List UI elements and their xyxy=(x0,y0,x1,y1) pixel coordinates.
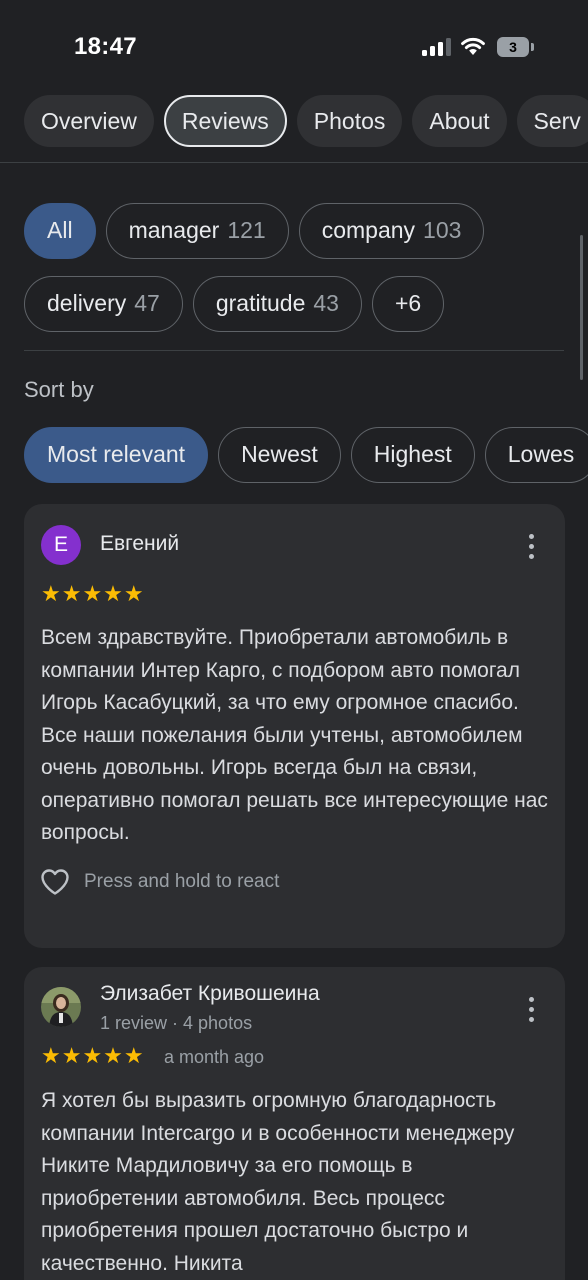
review-card: Е Евгений ★★★★★ Всем здравствуйте. Приоб… xyxy=(24,504,565,948)
status-bar: 18:47 3 xyxy=(0,0,588,90)
review-card: Элизабет Кривошеина 1 review · 4 photos … xyxy=(24,967,565,1280)
topic-chip-label: gratitude xyxy=(215,290,306,316)
topic-chip-label: +6 xyxy=(394,290,422,316)
tab-services[interactable]: Serv xyxy=(516,95,588,147)
sort-label: Sort by xyxy=(24,377,94,402)
topic-chip-count: 103 xyxy=(423,217,462,243)
topic-chip-label: delivery xyxy=(47,290,127,316)
wifi-icon xyxy=(461,37,485,55)
heart-icon xyxy=(41,869,69,895)
tab-about[interactable]: About xyxy=(412,95,507,147)
star-rating: ★★★★★ xyxy=(41,581,145,606)
sort-chip-newest[interactable]: Newest xyxy=(218,427,341,483)
topic-chip-delivery[interactable]: delivery 47 xyxy=(24,276,183,332)
reviewer-name[interactable]: Евгений xyxy=(100,532,179,556)
battery-level: 3 xyxy=(497,37,529,57)
topic-chip-count: 47 xyxy=(134,290,160,316)
sort-chip-lowest[interactable]: Lowes xyxy=(484,427,588,483)
topic-chip-gratitude[interactable]: gratitude 43 xyxy=(192,276,362,332)
status-time: 18:47 xyxy=(74,33,137,60)
topic-chip-count: 43 xyxy=(313,290,339,316)
reviewer-name[interactable]: Элизабет Кривошеина xyxy=(100,982,320,1006)
topic-chips-row: All manager 121 company 103 xyxy=(24,203,485,259)
topic-chip-all[interactable]: All xyxy=(24,203,96,259)
topic-chip-count: 121 xyxy=(227,217,266,243)
star-rating: ★★★★★ xyxy=(41,1043,145,1068)
sort-chips-row: Most relevant Newest Highest Lowes xyxy=(24,427,588,483)
avatar[interactable]: Е xyxy=(41,525,81,565)
topic-chip-more[interactable]: +6 xyxy=(371,276,445,332)
tab-reviews[interactable]: Reviews xyxy=(163,95,287,147)
topics-divider xyxy=(24,350,564,351)
scrollbar[interactable] xyxy=(580,235,583,380)
topic-chip-label: manager xyxy=(128,217,220,243)
topic-chip-manager[interactable]: manager 121 xyxy=(105,203,289,259)
topic-chips-row: delivery 47 gratitude 43 +6 xyxy=(24,276,445,332)
react-button[interactable]: Press and hold to react xyxy=(40,868,279,896)
more-options-icon[interactable] xyxy=(527,534,535,560)
topic-chip-company[interactable]: company 103 xyxy=(298,203,485,259)
cellular-signal-icon xyxy=(422,38,451,56)
more-options-icon[interactable] xyxy=(527,997,535,1023)
battery-icon: 3 xyxy=(497,37,534,57)
sort-chip-most-relevant[interactable]: Most relevant xyxy=(24,427,209,483)
tab-photos[interactable]: Photos xyxy=(296,95,403,147)
reviewer-meta: 1 review · 4 photos xyxy=(100,1013,253,1033)
review-text[interactable]: Всем здравствуйте. Приобретали автомобил… xyxy=(41,622,551,850)
react-label: Press and hold to react xyxy=(84,871,280,892)
tab-bar: Overview Reviews Photos About Serv xyxy=(24,95,588,147)
sort-chip-highest[interactable]: Highest xyxy=(350,427,475,483)
avatar[interactable] xyxy=(41,987,81,1027)
topic-chip-label: company xyxy=(321,217,416,243)
tabs-divider xyxy=(0,162,588,163)
reviews-screen: 18:47 3 Overview Reviews Photos About Se… xyxy=(0,0,588,1280)
review-text[interactable]: Я хотел бы выразить огромную благодарнос… xyxy=(41,1085,551,1280)
profile-photo xyxy=(41,987,81,1027)
tab-overview[interactable]: Overview xyxy=(24,95,154,147)
review-date: a month ago xyxy=(164,1047,265,1067)
topic-chip-label: All xyxy=(47,217,73,243)
